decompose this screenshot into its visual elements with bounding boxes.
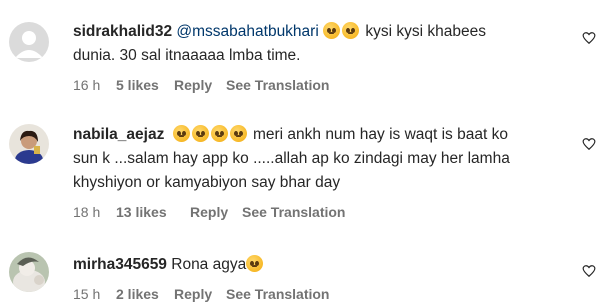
comment-username[interactable]: mirha345659 [73,256,167,273]
comment-time: 18 h [73,204,101,220]
sad-face-emoji-icon [191,125,209,142]
like-heart-icon[interactable] [582,31,596,45]
like-heart-icon[interactable] [582,137,596,151]
comment-time: 15 h [73,286,101,302]
comment-mention[interactable]: @mssabahatbukhari [176,23,318,40]
comment-item: nabila_aejaz meri ankh num hay is waqt i… [0,110,600,230]
avatar[interactable] [9,252,49,292]
comment-item: mirha345659 Rona agya 15 h 2 likes Reply… [0,240,600,302]
sad-face-emoji-icon [342,22,360,39]
comment-text: meri ankh num hay is waqt is baat ko [252,126,508,143]
comment-text-line: khyshiyon or kamyabiyon say bhar day [73,174,341,191]
comment-username[interactable]: nabila_aejaz [73,126,164,143]
comment-meta: 16 h 5 likes Reply See Translation [73,77,329,93]
see-translation-button[interactable]: See Translation [226,286,329,302]
comment-meta: 18 h 13 likes Reply See Translation [73,204,345,220]
comment-text-line: sun k ...salam hay app ko .....allah ap … [73,150,510,167]
comment-text: kysi kysi khabees [365,23,487,40]
default-avatar-icon[interactable] [9,22,49,62]
see-translation-button[interactable]: See Translation [242,204,345,220]
sad-face-emoji-icon [210,125,228,142]
comment-username[interactable]: sidrakhalid32 [73,23,172,40]
comment-text-line: dunia. 30 sal itnaaaaa lmba time. [73,47,301,64]
comment-meta: 15 h 2 likes Reply See Translation [73,286,329,302]
reply-button[interactable]: Reply [174,77,226,93]
reply-button[interactable]: Reply [190,204,242,220]
comment-time: 16 h [73,77,101,93]
sad-face-emoji-icon [229,125,247,142]
sad-face-emoji-icon [172,125,190,142]
comment-likes[interactable]: 2 likes [116,286,174,302]
sad-face-emoji-icon [323,22,341,39]
sad-face-emoji-icon [246,255,264,272]
like-heart-icon[interactable] [582,264,596,278]
comment-likes[interactable]: 5 likes [116,77,174,93]
reply-button[interactable]: Reply [174,286,226,302]
comment-likes[interactable]: 13 likes [116,204,190,220]
see-translation-button[interactable]: See Translation [226,77,329,93]
comment-text: Rona agya [171,256,247,273]
comment-item: sidrakhalid32 @mssabahatbukhari kysi kys… [0,0,600,100]
avatar[interactable] [9,124,49,164]
